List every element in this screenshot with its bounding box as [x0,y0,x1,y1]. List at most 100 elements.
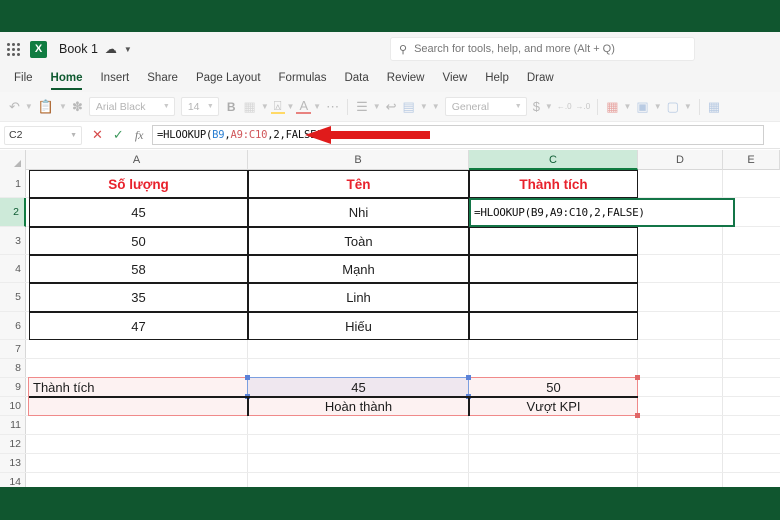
column-header-c[interactable]: C [469,150,638,170]
column-header-d[interactable]: D [638,150,723,170]
cell-styles-chevron-down-icon[interactable]: ▼ [682,102,694,111]
row-header-13[interactable]: 13 [0,454,26,473]
cell-c10[interactable]: Vượt KPI [469,397,638,416]
alignment-expand-icon[interactable]: ▼ [430,102,442,111]
cell-a2[interactable]: 45 [29,198,248,227]
app-launcher-icon[interactable] [0,42,26,56]
font-color-chevron-down-icon[interactable]: ▼ [311,102,323,111]
row-header-8[interactable]: 8 [0,359,26,378]
cell-a4[interactable]: 58 [29,255,248,283]
font-color-icon[interactable]: A [296,99,312,114]
cell-c5[interactable] [469,283,638,312]
tab-view[interactable]: View [433,66,476,92]
paste-chevron-down-icon[interactable]: ▼ [57,102,69,111]
name-box-chevron-down-icon: ▼ [70,131,77,139]
cell-c9[interactable]: 50 [469,378,638,397]
cell-b9[interactable]: 45 [248,378,469,397]
row-header-2[interactable]: 2 [0,198,26,227]
cell-b10[interactable]: Hoàn thành [248,397,469,416]
tab-draw[interactable]: Draw [518,66,563,92]
format-painter-icon[interactable]: ✽ [69,100,86,113]
cell-c6[interactable] [469,312,638,340]
merge-chevron-down-icon[interactable]: ▼ [418,102,430,111]
format-as-table-icon[interactable]: ▣ [633,100,651,113]
cell-styles-icon[interactable]: ▢ [664,100,682,113]
tab-help[interactable]: Help [476,66,518,92]
row-header-1[interactable]: 1 [0,170,26,198]
currency-icon[interactable]: $ [530,100,543,113]
cell-a1[interactable]: Số lượng [29,170,248,198]
format-as-table-chevron-down-icon[interactable]: ▼ [652,102,664,111]
row-header-11[interactable]: 11 [0,416,26,435]
row-header-9[interactable]: 9 [0,378,26,397]
row-header-12[interactable]: 12 [0,435,26,454]
row-header-6[interactable]: 6 [0,312,26,340]
column-header-a[interactable]: A [26,150,248,170]
row-header-4[interactable]: 4 [0,255,26,283]
tab-data[interactable]: Data [335,66,377,92]
tab-review[interactable]: Review [378,66,434,92]
align-left-icon[interactable]: ☰ [353,100,371,113]
row-header-3[interactable]: 3 [0,227,26,255]
conditional-formatting-chevron-down-icon[interactable]: ▼ [621,102,633,111]
cell-b1[interactable]: Tên [248,170,469,198]
cell-b3[interactable]: Toàn [248,227,469,255]
tab-insert[interactable]: Insert [91,66,138,92]
decrease-decimal-icon[interactable]: →.0 [574,102,593,111]
cell-b5[interactable]: Linh [248,283,469,312]
tab-share[interactable]: Share [138,66,187,92]
select-all-corner[interactable] [0,150,26,170]
gridline-h-7 [26,358,780,359]
wrap-text-icon[interactable]: ↩ [383,100,400,113]
name-box[interactable]: C2 ▼ [4,125,82,145]
active-cell-c2[interactable]: =HLOOKUP(B9,A9:C10,2,FALSE) [469,198,735,227]
fill-color-icon[interactable]: ⍓ [270,99,285,114]
insert-cells-icon[interactable]: ▦ [705,100,723,113]
cloud-sync-icon[interactable]: ☁ [105,42,117,56]
increase-decimal-icon[interactable]: ←.0 [555,102,574,111]
formula-input[interactable]: =HLOOKUP( B9 , A9:C10 ,2,FALSE) [152,125,764,145]
search-box[interactable]: ⚲ Search for tools, help, and more (Alt … [390,37,695,61]
undo-icon[interactable]: ↶ [6,100,23,113]
row-header-10[interactable]: 10 [0,397,26,416]
document-title[interactable]: Book 1 [59,42,98,56]
fill-color-chevron-down-icon[interactable]: ▼ [285,102,297,111]
cell-a10[interactable] [30,397,246,416]
cell-a9[interactable]: Thành tích [30,378,246,397]
bold-button[interactable]: B [222,100,241,114]
more-options-icon[interactable]: ⋯ [323,100,342,113]
merge-cells-icon[interactable]: ▤ [400,100,418,113]
row-header-14[interactable]: 14 [0,473,26,487]
cell-c1[interactable]: Thành tích [469,170,638,198]
tab-page-layout[interactable]: Page Layout [187,66,270,92]
row-header-5[interactable]: 5 [0,283,26,312]
align-chevron-down-icon[interactable]: ▼ [371,102,383,111]
currency-chevron-down-icon[interactable]: ▼ [543,102,555,111]
tab-home[interactable]: Home [42,66,92,92]
borders-chevron-down-icon[interactable]: ▼ [259,102,271,111]
cell-b6[interactable]: Hiếu [248,312,469,340]
insert-function-icon[interactable]: fx [135,128,144,143]
font-size-combo[interactable]: 14 ▼ [180,97,219,116]
conditional-formatting-icon[interactable]: ▦ [603,100,621,113]
cell-a3[interactable]: 50 [29,227,248,255]
font-name-combo[interactable]: Arial Black ▼ [88,97,175,116]
cell-b4[interactable]: Mạnh [248,255,469,283]
cancel-icon[interactable]: ✕ [92,127,103,143]
cell-a5[interactable]: 35 [29,283,248,312]
cell-c3[interactable] [469,227,638,255]
row-header-7[interactable]: 7 [0,340,26,359]
column-header-e[interactable]: E [723,150,780,170]
borders-icon[interactable]: ▦ [241,100,259,113]
undo-chevron-down-icon[interactable]: ▼ [23,102,35,111]
tab-file[interactable]: File [5,66,42,92]
number-format-combo[interactable]: General ▼ [444,97,527,116]
cell-c4[interactable] [469,255,638,283]
title-chevron-down-icon[interactable]: ▼ [124,45,132,54]
column-header-b[interactable]: B [248,150,469,170]
paste-icon[interactable]: 📋 [35,100,57,113]
cell-b2[interactable]: Nhi [248,198,469,227]
cell-a6[interactable]: 47 [29,312,248,340]
confirm-icon[interactable]: ✓ [113,127,124,143]
tab-formulas[interactable]: Formulas [270,66,336,92]
